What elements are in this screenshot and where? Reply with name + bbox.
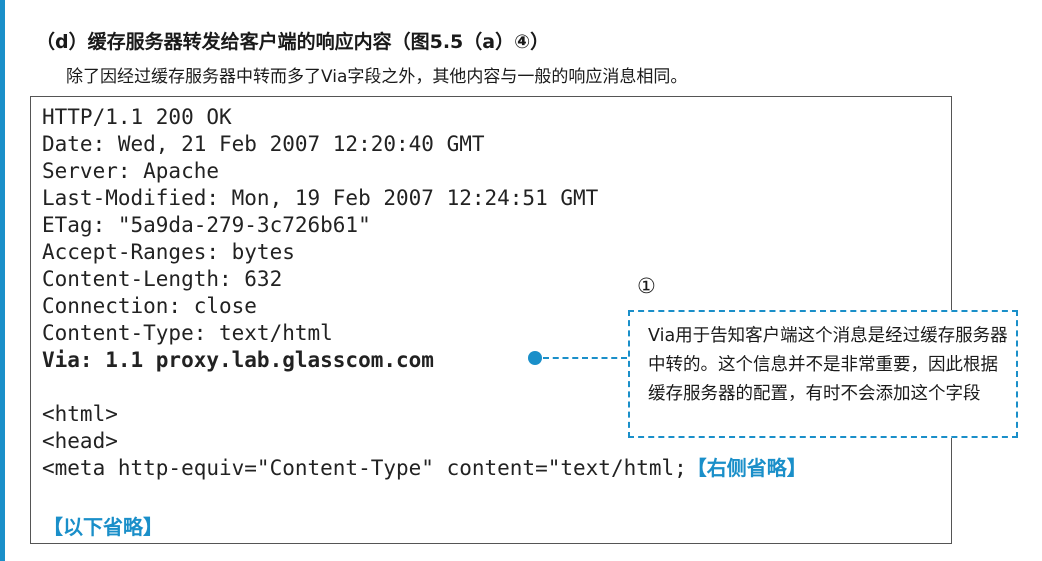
code-line: <head>: [42, 429, 118, 453]
callout-text: Via用于告知客户端这个消息是经过缓存服务器中转的。这个信息并不是非常重要，因此…: [648, 326, 1008, 404]
code-line: Content-Length: 632: [42, 267, 283, 291]
right-omitted-note: 【右侧省略】: [686, 456, 807, 480]
code-line: Connection: close: [42, 294, 257, 318]
code-line: ETag: "5a9da-279-3c726b61": [42, 213, 371, 237]
left-accent-bar: [0, 0, 5, 561]
via-callout-box: Via用于告知客户端这个消息是经过缓存服务器中转的。这个信息并不是非常重要，因此…: [628, 310, 1018, 438]
code-line: HTTP/1.1 200 OK: [42, 105, 232, 129]
below-omitted-note: 【以下省略】: [43, 515, 163, 539]
section-heading: （d）缓存服务器转发给客户端的响应内容（图5.5（a）④）: [36, 31, 550, 53]
code-line: Server: Apache: [42, 159, 220, 183]
code-line: Date: Wed, 21 Feb 2007 12:20:40 GMT: [42, 132, 485, 156]
section-description: 除了因经过缓存服务器中转而多了Via字段之外，其他内容与一般的响应消息相同。: [66, 67, 688, 87]
code-line: Last-Modified: Mon, 19 Feb 2007 12:24:51…: [42, 186, 599, 210]
callout-connector-dot: [528, 351, 542, 365]
code-line: <html>: [42, 402, 118, 426]
meta-tag-text: <meta http-equiv="Content-Type" content=…: [42, 456, 687, 480]
code-line-meta: <meta http-equiv="Content-Type" content=…: [42, 456, 807, 480]
code-line: Content-Type: text/html: [42, 321, 333, 345]
callout-number: ①: [637, 274, 656, 298]
via-header-line: Via: 1.1 proxy.lab.glasscom.com: [42, 348, 434, 372]
code-line: Accept-Ranges: bytes: [42, 240, 295, 264]
callout-connector-line: [543, 357, 627, 359]
